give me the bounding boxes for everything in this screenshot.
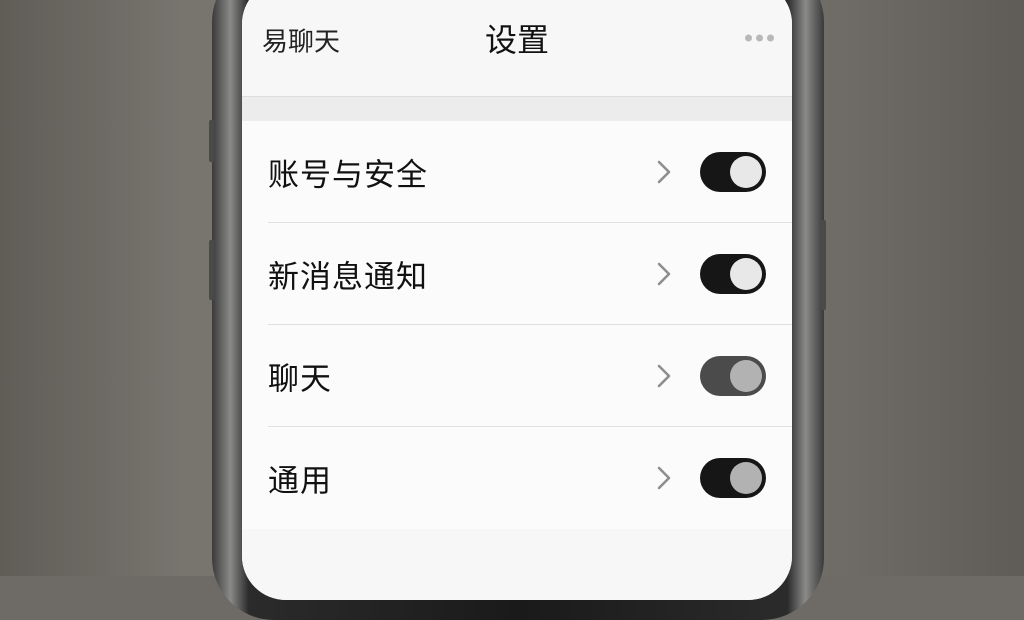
setting-label: 账号与安全 — [268, 157, 428, 194]
toggle-knob — [730, 462, 762, 494]
settings-list: 账号与安全 新消息通知 聊天 通用 — [242, 121, 792, 529]
chevron-right-icon — [657, 262, 671, 286]
toggle-knob — [730, 360, 762, 392]
more-dot — [745, 34, 752, 42]
volume-down-button — [209, 240, 214, 300]
setting-row-chat[interactable]: 聊天 — [242, 325, 792, 427]
setting-label: 聊天 — [268, 361, 332, 398]
chevron-right-icon — [657, 466, 671, 490]
toggle-knob — [730, 156, 762, 188]
chevron-right-icon — [657, 160, 671, 184]
navigation-bar: 易聊天 设置 — [242, 0, 792, 97]
toggle-knob — [730, 258, 762, 290]
more-dot — [767, 34, 774, 42]
volume-up-button — [209, 120, 214, 162]
setting-row-general[interactable]: 通用 — [242, 427, 792, 529]
section-divider — [242, 97, 792, 121]
empty-area — [242, 529, 792, 600]
setting-label: 新消息通知 — [268, 259, 428, 296]
more-dot — [756, 34, 763, 42]
setting-label: 通用 — [268, 463, 332, 500]
chevron-right-icon — [657, 364, 671, 388]
setting-row-new-message-notifications[interactable]: 新消息通知 — [242, 223, 792, 325]
setting-row-account-security[interactable]: 账号与安全 — [242, 121, 792, 223]
page-title: 设置 — [484, 21, 549, 59]
phone-screen: 易聊天 设置 账号与安全 新消息通知 聊天 通用 — [242, 0, 792, 600]
new-message-notifications-toggle[interactable] — [700, 254, 766, 294]
chat-toggle[interactable] — [700, 356, 766, 396]
more-icon[interactable] — [745, 34, 774, 42]
account-security-toggle[interactable] — [700, 152, 766, 192]
general-toggle[interactable] — [700, 458, 766, 498]
power-button — [821, 220, 826, 310]
